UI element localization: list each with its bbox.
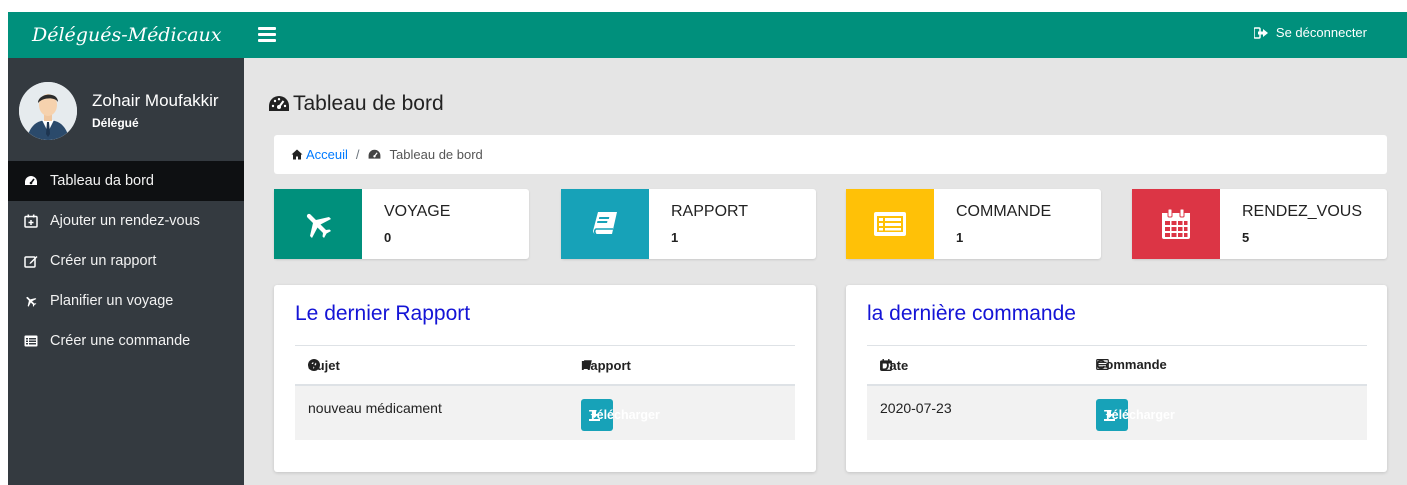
sidebar-item-dashboard[interactable]: Tableau da bord (8, 161, 244, 201)
book-icon (561, 189, 649, 259)
table-row: 2020-07-23 Télécharger (867, 386, 1367, 440)
plane-icon (24, 294, 38, 308)
sidebar-item-create-report[interactable]: Créer un rapport (8, 241, 244, 281)
sidebar-item-label: Ajouter un rendez-vous (50, 213, 200, 229)
stat-label: RAPPORT (671, 203, 749, 220)
breadcrumb-home[interactable]: Acceuil (291, 147, 348, 162)
home-icon (291, 149, 303, 160)
plane-icon (274, 189, 362, 259)
column-header-report: Rapport (581, 358, 631, 373)
stat-value: 5 (1242, 230, 1250, 245)
sidebar-item-create-order[interactable]: Créer une commande (8, 321, 244, 361)
logout-button[interactable]: Se déconnecter (1253, 25, 1367, 40)
last-order-card: la dernière commande Date Commande 2020-… (846, 285, 1387, 472)
tachometer-icon (269, 96, 289, 111)
column-header-label: Date (880, 357, 909, 373)
sidebar: Délégués-Médicaux Zohair Moufakkir Délég… (8, 12, 244, 485)
sidebar-item-label: Créer un rapport (50, 253, 157, 269)
table-row: nouveau médicament Télécharger (295, 386, 795, 440)
stat-value: 0 (384, 230, 392, 245)
download-report-button[interactable]: Télécharger (581, 399, 660, 431)
topbar: Se déconnecter (244, 12, 1407, 58)
column-header-subject: ? Sujet (308, 358, 340, 373)
stat-value: 1 (956, 230, 964, 245)
list-alt-icon (24, 334, 38, 348)
sidebar-item-label: Planifier un voyage (50, 293, 174, 309)
list-alt-icon (846, 189, 934, 259)
table-header: Date Commande (867, 346, 1367, 386)
user-role: Délégué (92, 116, 139, 130)
breadcrumb: Acceuil / Tableau de bord (274, 135, 1387, 174)
calendar-plus-icon (24, 214, 38, 228)
brand-logo[interactable]: Délégués-Médicaux (8, 12, 244, 58)
tachometer-icon (368, 149, 380, 159)
sidebar-item-label: Tableau da bord (50, 173, 154, 189)
stat-box-rendez-vous[interactable]: RENDEZ_VOUS 5 (1132, 189, 1387, 259)
sign-out-icon (1253, 26, 1268, 39)
column-header-label: Sujet (308, 357, 340, 373)
column-header-date: Date (880, 358, 908, 373)
avatar (19, 82, 77, 140)
menu-toggle-icon[interactable] (258, 27, 276, 42)
stat-box-rapport[interactable]: RAPPORT 1 (561, 189, 816, 259)
sidebar-item-plan-trip[interactable]: Planifier un voyage (8, 281, 244, 321)
report-subject: nouveau médicament (308, 400, 442, 416)
stat-box-commande[interactable]: COMMANDE 1 (846, 189, 1101, 259)
stat-label: VOYAGE (384, 203, 451, 220)
card-title: la dernière commande (867, 302, 1076, 325)
edit-icon (24, 254, 38, 268)
stat-label: RENDEZ_VOUS (1242, 203, 1363, 220)
report-table: ? Sujet Rapport nouveau médicament Téléc… (295, 345, 795, 440)
order-date: 2020-07-23 (880, 400, 952, 416)
sidebar-nav: Tableau da bord Ajouter un rendez-vous C… (8, 161, 244, 361)
column-header-label: Commande (1096, 357, 1167, 372)
column-header-label: Rapport (581, 357, 631, 373)
stat-box-voyage[interactable]: VOYAGE 0 (274, 189, 529, 259)
column-header-order: Commande (1096, 357, 1167, 372)
stat-label: COMMANDE (956, 203, 1052, 220)
user-panel: Zohair Moufakkir Délégué (8, 82, 244, 144)
table-header: ? Sujet Rapport (295, 346, 795, 386)
stat-value: 1 (671, 230, 679, 245)
tachometer-icon (24, 174, 38, 188)
button-label: Télécharger (589, 408, 660, 422)
last-report-card: Le dernier Rapport ? Sujet Rapport nouve… (274, 285, 816, 472)
sidebar-item-label: Créer une commande (50, 333, 191, 349)
card-title: Le dernier Rapport (295, 302, 471, 325)
user-name[interactable]: Zohair Moufakkir (92, 91, 219, 111)
button-label: Télécharger (1104, 408, 1175, 422)
download-order-button[interactable]: Télécharger (1096, 399, 1175, 431)
order-table: Date Commande 2020-07-23 Télécharger (867, 345, 1367, 440)
main-content: Tableau de bord Acceuil / Tableau de bor… (244, 58, 1407, 485)
breadcrumb-home-label[interactable]: Acceuil (306, 147, 348, 162)
logout-label: Se déconnecter (1275, 25, 1367, 40)
page-title: Tableau de bord (268, 92, 444, 116)
sidebar-item-add-appointment[interactable]: Ajouter un rendez-vous (8, 201, 244, 241)
breadcrumb-separator: / (355, 147, 360, 162)
breadcrumb-current: Tableau de bord (368, 147, 483, 162)
calendar-icon (1132, 189, 1220, 259)
breadcrumb-current-label: Tableau de bord (389, 147, 483, 162)
page-title-text: Tableau de bord (293, 92, 444, 115)
